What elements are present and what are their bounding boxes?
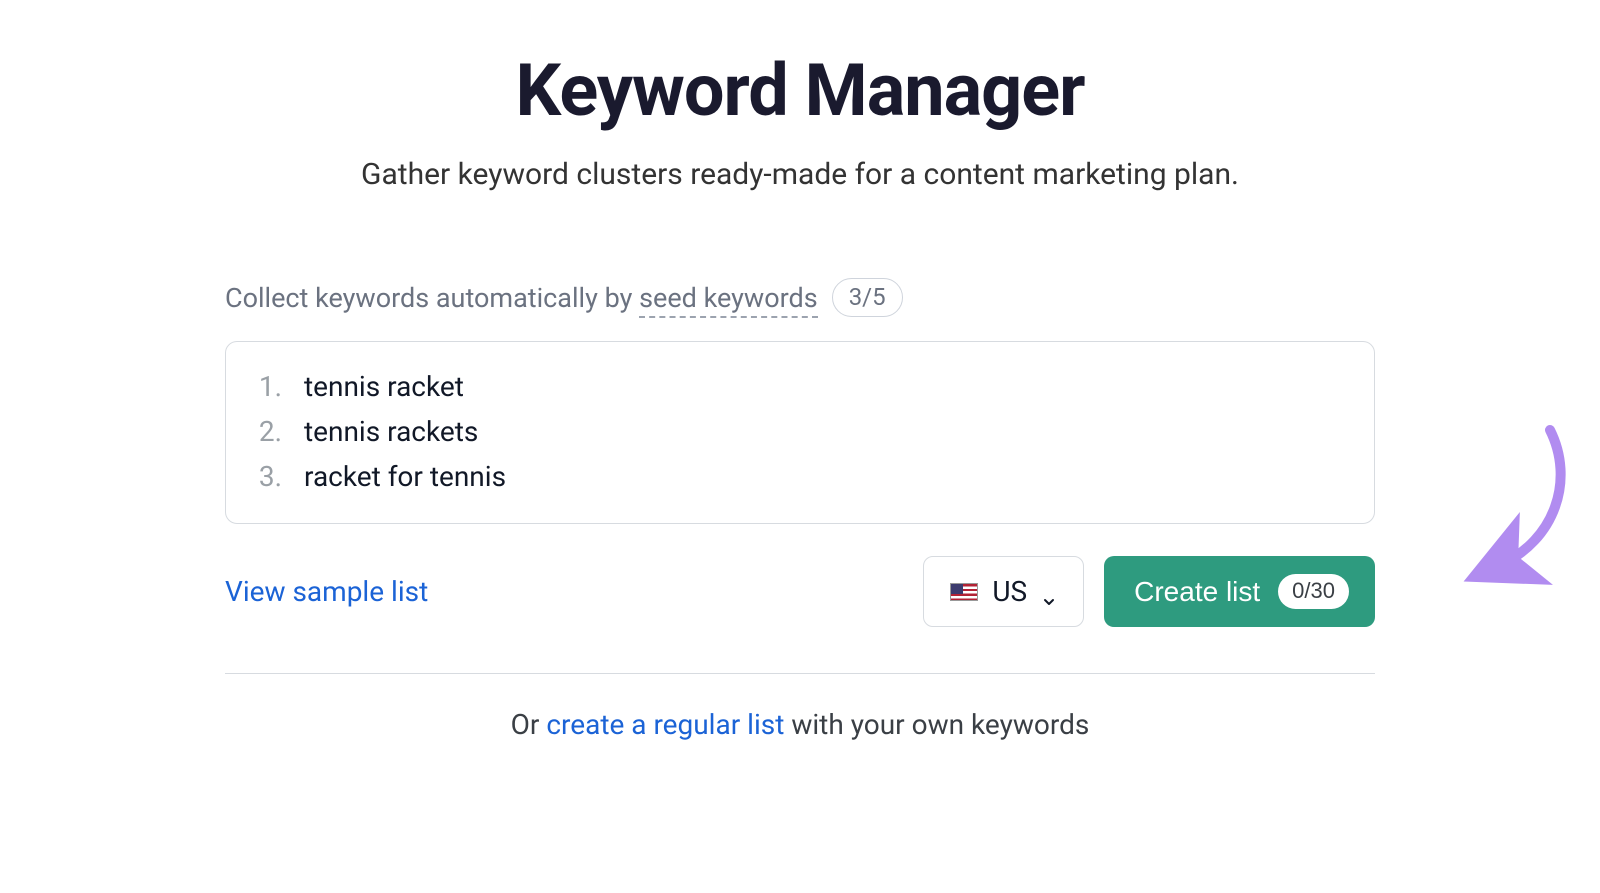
create-list-label: Create list (1134, 576, 1260, 608)
main-container: Keyword Manager Gather keyword clusters … (225, 0, 1375, 741)
create-list-button[interactable]: Create list 0/30 (1104, 556, 1375, 627)
collect-label: Collect keywords automatically by seed k… (225, 282, 818, 314)
us-flag-icon (950, 583, 978, 601)
list-number: 3. (254, 460, 282, 493)
list-number: 2. (254, 415, 282, 448)
country-select[interactable]: US (923, 556, 1084, 627)
page-title: Keyword Manager (225, 48, 1375, 133)
create-list-count-badge: 0/30 (1278, 574, 1349, 609)
seed-keywords-link[interactable]: seed keywords (639, 282, 818, 318)
seed-keywords-input[interactable]: 1. tennis racket 2. tennis rackets 3. ra… (225, 341, 1375, 524)
country-label: US (992, 575, 1027, 608)
keyword-text: tennis rackets (304, 415, 478, 448)
divider (225, 673, 1375, 674)
right-actions: US Create list 0/30 (923, 556, 1375, 627)
create-regular-list-link[interactable]: create a regular list (546, 708, 784, 741)
seed-count-badge: 3/5 (832, 278, 903, 317)
list-item: 3. racket for tennis (254, 454, 1346, 499)
list-number: 1. (254, 370, 282, 403)
list-item: 2. tennis rackets (254, 409, 1346, 454)
keyword-text: tennis racket (304, 370, 464, 403)
chevron-down-icon (1041, 584, 1057, 600)
or-prefix: Or (511, 708, 547, 741)
or-suffix: with your own keywords (784, 708, 1089, 741)
view-sample-list-link[interactable]: View sample list (225, 575, 428, 608)
actions-row: View sample list US Create list 0/30 (225, 556, 1375, 627)
annotation-arrow-icon (1380, 420, 1570, 590)
alternative-line: Or create a regular list with your own k… (225, 708, 1375, 741)
collect-label-row: Collect keywords automatically by seed k… (225, 278, 1375, 317)
page-subtitle: Gather keyword clusters ready-made for a… (225, 157, 1375, 192)
collect-prefix: Collect keywords automatically by (225, 282, 639, 314)
keyword-text: racket for tennis (304, 460, 506, 493)
list-item: 1. tennis racket (254, 364, 1346, 409)
